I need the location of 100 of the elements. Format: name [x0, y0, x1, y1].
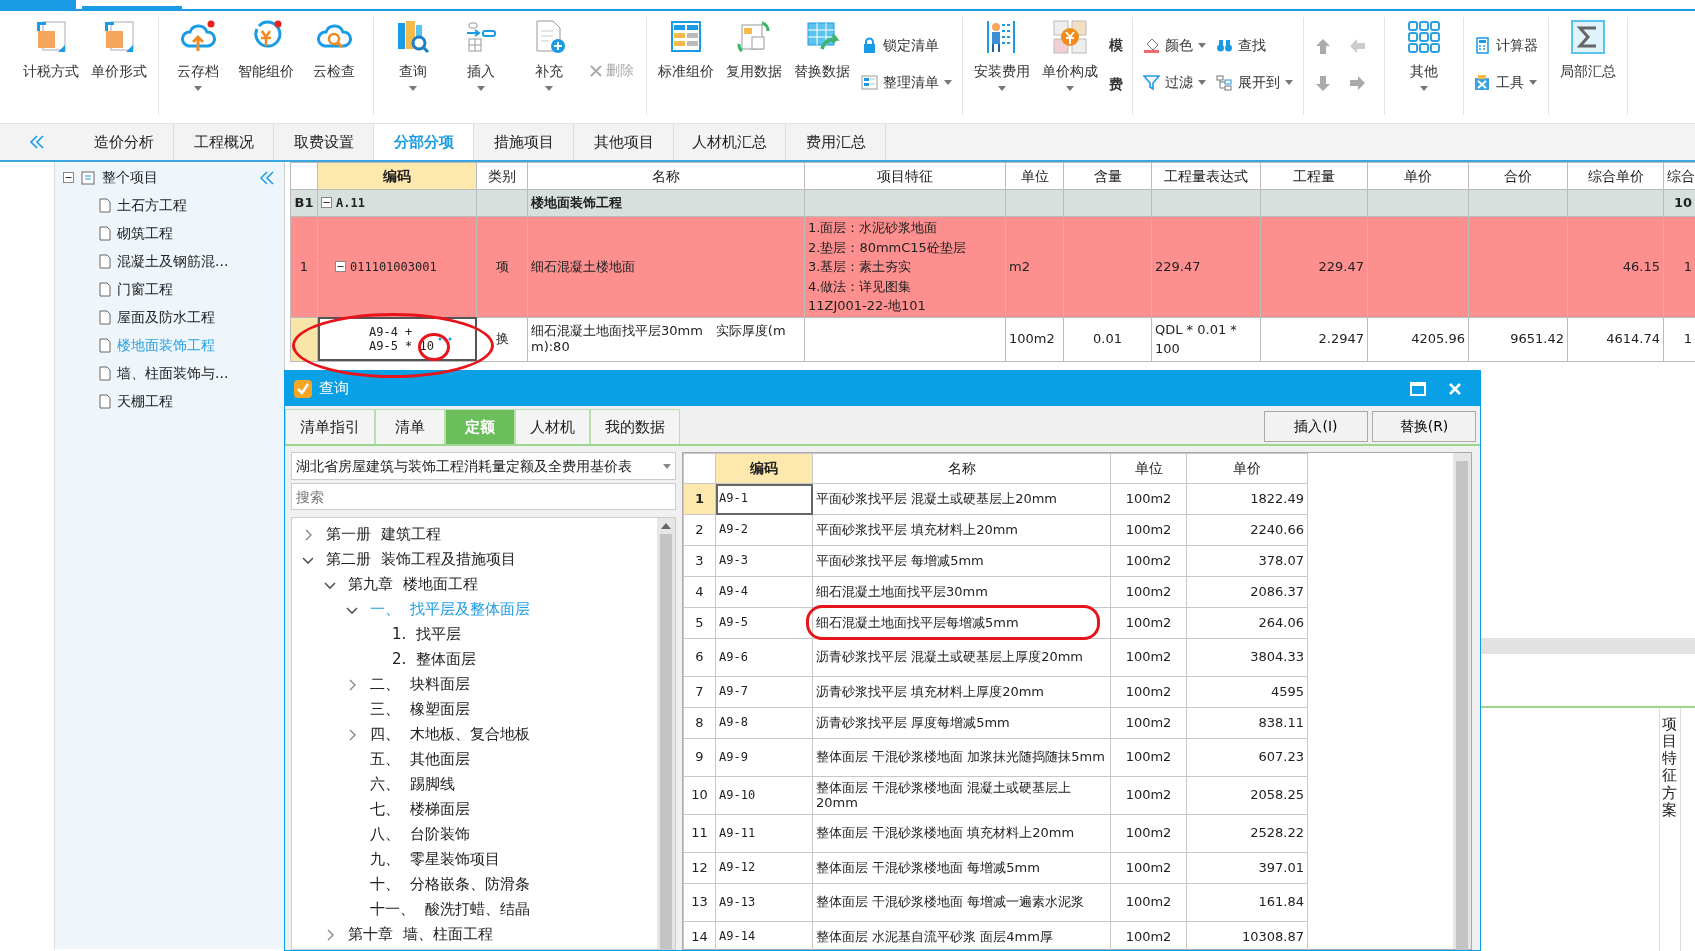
tab[interactable]: 清单指引 — [285, 409, 375, 444]
table-cell: 整体面层 干混砂浆楼地面 每增减一遍素水泥浆 — [812, 883, 1111, 922]
column-header[interactable]: 编码 — [317, 162, 477, 190]
column-header[interactable]: 综合 — [1663, 162, 1695, 190]
column-header[interactable]: 名称 — [812, 453, 1111, 484]
toolbar-button[interactable]: 工具 — [1470, 72, 1542, 93]
tree-item[interactable]: 八、 台阶装饰 — [370, 823, 470, 846]
collapse-icon[interactable] — [63, 172, 74, 183]
tree-item[interactable]: 第十章 墙、柱面工程 — [348, 923, 493, 946]
tree-item[interactable]: 混凝土及钢筋混... — [117, 250, 229, 272]
toolbar-button[interactable]: 计税方式 — [18, 17, 84, 84]
dialog-button[interactable]: 替换(R) — [1372, 411, 1476, 442]
tree-item[interactable]: 三、 橡塑面层 — [370, 698, 470, 721]
toolbar-button[interactable]: 替换数据 — [789, 17, 855, 84]
maximize-icon[interactable] — [1410, 381, 1426, 396]
tab[interactable]: 清单 — [375, 409, 445, 444]
round-button[interactable]: 费 — [1105, 74, 1126, 95]
collapse-panel-icon[interactable] — [29, 135, 45, 149]
collapse-icon[interactable] — [321, 197, 332, 209]
library-dropdown[interactable]: 湖北省房屋建筑与装饰工程消耗量定额及全费用基价表 — [291, 452, 676, 480]
toolbar-button[interactable]: 展开到 — [1212, 72, 1297, 93]
tree-item[interactable]: 门窗工程 — [117, 278, 173, 300]
tree-item[interactable]: 二、 块料面层 — [370, 673, 470, 696]
toolbar-button[interactable]: 补充 — [516, 17, 582, 99]
toolbar-button[interactable]: 局部汇总 — [1555, 17, 1621, 84]
tree-item[interactable]: 2. 整体面层 — [392, 648, 476, 671]
toolbar-button[interactable]: 单价形式 — [86, 17, 152, 84]
dialog-button[interactable]: 插入(I) — [1264, 411, 1368, 442]
tree-item[interactable]: 屋面及防水工程 — [117, 306, 215, 328]
toolbar-button[interactable]: 云检查 — [301, 17, 367, 84]
toolbar-button[interactable]: 复用数据 — [721, 17, 787, 84]
tree-item[interactable]: 六、 踢脚线 — [370, 773, 455, 796]
tab[interactable]: 工程概况 — [174, 124, 274, 160]
collapse-icon[interactable] — [335, 261, 346, 273]
toolbar-button[interactable]: 过滤 — [1139, 72, 1210, 93]
column-header[interactable]: 类别 — [476, 162, 528, 190]
toolbar-button[interactable]: 整理清单 — [857, 72, 956, 93]
column-header[interactable]: 单价 — [1186, 453, 1308, 484]
table-cell: 平面砂浆找平层 每增减5mm — [812, 545, 1111, 577]
tab[interactable]: 人材机汇总 — [674, 124, 786, 160]
tab[interactable]: 其他项目 — [574, 124, 674, 160]
toolbar-button[interactable]: 智能组价 — [233, 17, 299, 84]
column-header[interactable]: 工程量表达式 — [1151, 162, 1261, 190]
tree-item[interactable]: 九、 零星装饰项目 — [370, 848, 500, 871]
column-header[interactable]: 单价 — [1367, 162, 1469, 190]
column-header[interactable]: 名称 — [527, 162, 805, 190]
tree-item[interactable]: 十、 分格嵌条、防滑条 — [370, 873, 530, 896]
table-cell: 100m2 — [1110, 707, 1187, 739]
caret-icon — [663, 463, 671, 469]
scrollbar[interactable] — [1453, 453, 1471, 949]
toolbar-button[interactable]: 云存档 — [165, 17, 231, 99]
tree-item[interactable]: 整个项目 — [102, 167, 158, 188]
column-header[interactable]: 工程量 — [1260, 162, 1368, 190]
column-header[interactable]: 单位 — [1005, 162, 1064, 190]
column-header[interactable]: 综合单价 — [1567, 162, 1664, 190]
scroll-up-icon[interactable] — [661, 522, 671, 530]
search-field[interactable]: 搜索 — [291, 483, 676, 510]
toolbar-button[interactable]: 锁定清单 — [857, 35, 956, 56]
list-icon — [861, 74, 878, 91]
tab[interactable]: 措施项目 — [474, 124, 574, 160]
toolbar-button[interactable]: 查询 — [380, 17, 446, 99]
scrollbar[interactable] — [657, 518, 675, 949]
tree-item[interactable]: 第一册 建筑工程 — [326, 523, 441, 546]
table-cell: 沥青砂浆找平层 混凝土或硬基层上厚度20mm — [812, 638, 1111, 677]
toolbar-button[interactable]: 计算器 — [1470, 35, 1542, 56]
toolbar-button[interactable]: 插入 — [448, 17, 514, 99]
tree-item[interactable]: 第二册 装饰工程及措施项目 — [326, 548, 516, 571]
tree-item[interactable]: 五、 其他面层 — [370, 748, 470, 771]
column-header[interactable]: 合价 — [1468, 162, 1568, 190]
coin-icon — [1052, 19, 1088, 55]
column-header[interactable]: 项目特征 — [804, 162, 1006, 190]
side-tab[interactable]: 项目特征方案 — [1659, 707, 1681, 951]
tab[interactable]: 造价分析 — [74, 124, 174, 160]
column-header[interactable]: 编码 — [715, 453, 813, 484]
close-icon[interactable] — [1448, 381, 1462, 396]
grid-icon — [1406, 19, 1442, 55]
round-button[interactable]: 模 — [1105, 35, 1126, 56]
toolbar-button[interactable]: 颜色 — [1139, 35, 1210, 56]
toolbar-button[interactable]: 查找 — [1212, 35, 1297, 56]
tree-item[interactable]: 第九章 楼地面工程 — [348, 573, 478, 596]
tree-item[interactable]: 土石方工程 — [117, 194, 187, 216]
tree-item[interactable]: 七、 楼梯面层 — [370, 798, 470, 821]
toolbar-button[interactable]: 单价构成 — [1037, 17, 1103, 99]
tree-item[interactable]: 十一、 酸洗打蜡、结晶 — [370, 898, 530, 921]
tree-item[interactable]: 四、 木地板、复合地板 — [370, 723, 530, 746]
column-header[interactable]: 单位 — [1110, 453, 1187, 484]
tab[interactable]: 费用汇总 — [786, 124, 886, 160]
tab[interactable]: 人材机 — [515, 409, 590, 444]
tree-item[interactable]: 墙、柱面装饰与... — [117, 362, 229, 384]
table-cell-text: A9-4 + A9-5 * 10 — [368, 324, 435, 354]
tab[interactable]: 我的数据 — [590, 409, 680, 444]
table-cell: 100m2 — [1110, 676, 1187, 708]
tree-item[interactable]: 1. 找平层 — [392, 623, 461, 646]
toolbar-button[interactable]: 标准组价 — [653, 17, 719, 84]
tree-item[interactable]: 砌筑工程 — [117, 222, 173, 244]
filter-icon — [1143, 74, 1160, 91]
column-header[interactable]: 含量 — [1063, 162, 1152, 190]
toolbar-button[interactable]: 其他 — [1391, 17, 1457, 99]
tree-item[interactable]: 天棚工程 — [117, 390, 173, 412]
toolbar-button[interactable]: 安装费用 — [969, 17, 1035, 99]
